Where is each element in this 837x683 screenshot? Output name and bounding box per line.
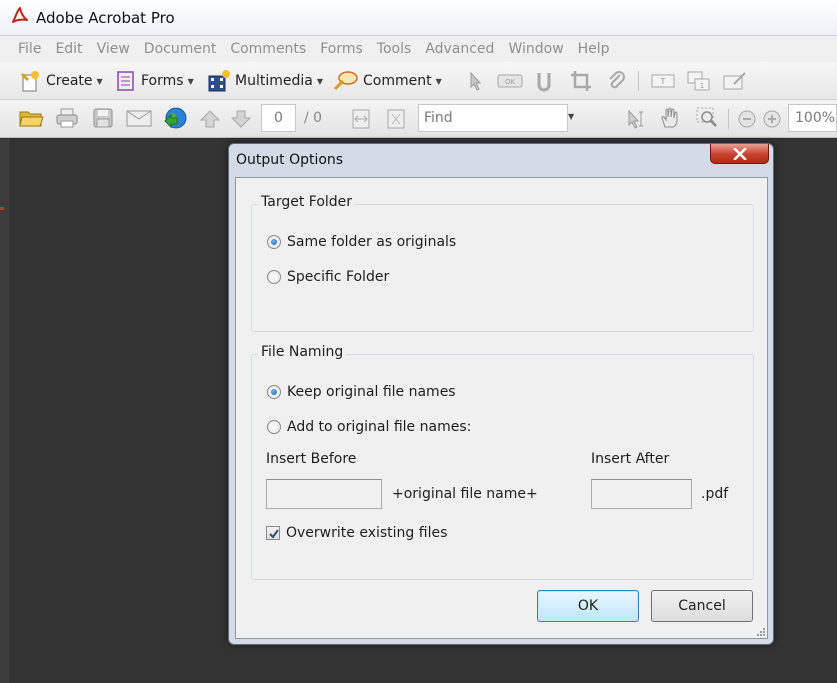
- radio-button[interactable]: [267, 235, 281, 249]
- target-folder-legend: Target Folder: [258, 194, 356, 210]
- create-icon: [20, 71, 39, 92]
- menu-help[interactable]: Help: [578, 41, 610, 57]
- print-icon[interactable]: [56, 107, 78, 129]
- ok-button-icon[interactable]: OK: [497, 70, 523, 92]
- add-to-names-radio[interactable]: Add to original file names:: [267, 419, 471, 435]
- cancel-button[interactable]: Cancel: [651, 590, 753, 622]
- keep-original-names-radio[interactable]: Keep original file names: [267, 384, 456, 400]
- radio-button[interactable]: [267, 270, 281, 284]
- collaborate-globe-icon[interactable]: [162, 106, 188, 130]
- multimedia-button[interactable]: Multimedia ▼: [207, 69, 323, 93]
- zoom-in-icon[interactable]: [761, 108, 783, 130]
- menu-edit[interactable]: Edit: [55, 41, 82, 57]
- file-naming-group: File Naming Keep original file names Add…: [251, 344, 754, 580]
- forms-icon: [117, 71, 134, 91]
- menu-view[interactable]: View: [97, 41, 130, 57]
- output-options-dialog: Output Options Target Folder Same folder…: [228, 143, 774, 645]
- navigation-pane-strip[interactable]: [0, 139, 11, 683]
- resize-grip-icon[interactable]: [757, 628, 765, 636]
- dialog-title: Output Options: [236, 152, 344, 168]
- original-file-name-text: +original file name+: [392, 486, 538, 502]
- checkmark-icon: [269, 529, 279, 539]
- menu-forms[interactable]: Forms: [320, 41, 363, 57]
- multimedia-icon: [208, 70, 230, 92]
- open-folder-icon[interactable]: [19, 107, 45, 129]
- overwrite-checkbox[interactable]: Overwrite existing files: [266, 525, 447, 541]
- navigation-toolbar: 0 / 0 Find ▼ 100%: [0, 100, 837, 138]
- svg-text:T: T: [660, 77, 666, 86]
- title-bar: Adobe Acrobat Pro: [0, 0, 837, 36]
- ok-button[interactable]: OK: [537, 590, 639, 622]
- extension-text: .pdf: [701, 486, 729, 502]
- menu-comments[interactable]: Comments: [230, 41, 306, 57]
- marquee-zoom-icon[interactable]: [696, 107, 718, 129]
- hand-tool-icon[interactable]: [659, 107, 681, 129]
- checkbox[interactable]: [266, 526, 280, 540]
- page-number-input[interactable]: 0: [261, 104, 296, 132]
- signature-field-icon[interactable]: [722, 70, 748, 92]
- chevron-down-icon: ▼: [187, 76, 194, 86]
- page-total: / 0: [304, 110, 323, 126]
- menu-file[interactable]: File: [18, 41, 41, 57]
- comment-button[interactable]: Comment ▼: [333, 69, 442, 93]
- number-field-icon[interactable]: 1: [686, 70, 712, 92]
- close-icon: [732, 147, 747, 160]
- chevron-down-icon: ▼: [435, 76, 442, 86]
- create-button[interactable]: Create ▼: [18, 69, 103, 93]
- dialog-body: Target Folder Same folder as originals S…: [235, 177, 768, 639]
- radio-button[interactable]: [267, 420, 281, 434]
- save-icon[interactable]: [92, 107, 114, 129]
- menu-tools[interactable]: Tools: [377, 41, 412, 57]
- toolbar-separator: [638, 71, 639, 91]
- forms-button[interactable]: Forms ▼: [115, 69, 194, 93]
- email-icon[interactable]: [126, 107, 152, 129]
- menu-advanced[interactable]: Advanced: [425, 41, 494, 57]
- zoom-level-input[interactable]: 100%: [788, 104, 837, 132]
- menu-bar: File Edit View Document Comments Forms T…: [0, 36, 837, 62]
- insert-after-field[interactable]: [591, 479, 692, 509]
- link-chain-icon[interactable]: [534, 70, 556, 92]
- fit-width-icon[interactable]: [350, 108, 372, 130]
- pane-marker: [0, 207, 4, 210]
- text-field-icon[interactable]: T: [650, 70, 676, 92]
- specific-folder-radio[interactable]: Specific Folder: [267, 269, 389, 285]
- insert-after-label: Insert After: [591, 451, 670, 467]
- crop-icon[interactable]: [570, 70, 592, 92]
- target-folder-group: Target Folder Same folder as originals S…: [251, 194, 754, 332]
- insert-before-field[interactable]: [266, 479, 382, 509]
- window-title: Adobe Acrobat Pro: [36, 9, 175, 27]
- acrobat-icon: [12, 7, 28, 23]
- previous-page-icon[interactable]: [199, 108, 221, 130]
- same-folder-radio[interactable]: Same folder as originals: [267, 234, 456, 250]
- chevron-down-icon[interactable]: ▼: [568, 112, 574, 121]
- find-input[interactable]: Find: [418, 104, 568, 132]
- chevron-down-icon: ▼: [316, 76, 323, 86]
- attach-icon[interactable]: [606, 70, 628, 92]
- svg-text:OK: OK: [505, 78, 516, 86]
- tasks-toolbar: Create ▼ Forms ▼ Multimedia ▼ Comment ▼ …: [0, 62, 837, 100]
- select-arrow-icon[interactable]: [464, 70, 486, 92]
- fit-page-icon[interactable]: [385, 108, 407, 130]
- select-text-icon[interactable]: [626, 108, 648, 130]
- radio-button[interactable]: [267, 385, 281, 399]
- next-page-icon[interactable]: [230, 108, 252, 130]
- close-button[interactable]: [710, 144, 769, 164]
- chevron-down-icon: ▼: [96, 76, 103, 86]
- insert-before-label: Insert Before: [266, 451, 357, 467]
- menu-window[interactable]: Window: [508, 41, 563, 57]
- menu-document[interactable]: Document: [144, 41, 217, 57]
- comment-icon: [333, 71, 358, 91]
- toolbar-separator: [728, 109, 729, 129]
- svg-text:1: 1: [700, 82, 704, 90]
- zoom-out-icon[interactable]: [736, 108, 758, 130]
- file-naming-legend: File Naming: [258, 344, 347, 360]
